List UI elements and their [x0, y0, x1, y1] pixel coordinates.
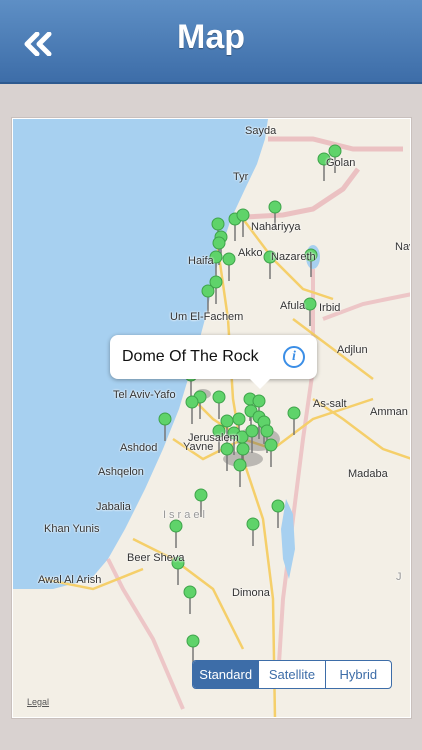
place-label: Awal Al Arish	[38, 574, 102, 586]
page-title: Map	[177, 18, 245, 56]
place-label: Beer Sheva	[127, 552, 185, 564]
map-pin-icon[interactable]	[264, 438, 278, 452]
segment-standard[interactable]: Standard	[193, 661, 260, 688]
place-label: Madaba	[348, 468, 388, 480]
map-pin-icon[interactable]	[236, 442, 250, 456]
map-pin-icon[interactable]	[236, 208, 250, 222]
map-pin-icon[interactable]	[245, 424, 259, 438]
place-label: Ashqelon	[98, 466, 144, 478]
place-label: Tyr	[233, 171, 249, 183]
place-label: Afula	[280, 300, 306, 312]
map-pin-icon[interactable]	[271, 499, 285, 513]
map-pin-icon[interactable]	[252, 394, 266, 408]
map-pin-icon[interactable]	[268, 200, 282, 214]
map-pin-icon[interactable]	[220, 414, 234, 428]
map-pin-icon[interactable]	[183, 585, 197, 599]
map-pin-icon[interactable]	[201, 284, 215, 298]
segment-hybrid[interactable]: Hybrid	[326, 661, 391, 688]
map-pin-icon[interactable]	[328, 144, 342, 158]
place-label: Sayda	[245, 125, 277, 137]
map-pin-icon[interactable]	[194, 488, 208, 502]
callout-title: Dome Of The Rock	[122, 348, 259, 365]
place-label: Nahariyya	[251, 221, 301, 233]
place-label: Akko	[238, 247, 263, 259]
place-label: Israel	[163, 509, 208, 521]
map-pin-icon[interactable]	[169, 519, 183, 533]
place-label: Jabalia	[96, 501, 131, 513]
place-label: Ashdod	[120, 442, 158, 454]
map-pin-icon[interactable]	[212, 236, 226, 250]
map-pin-icon[interactable]	[222, 252, 236, 266]
map-pin-icon[interactable]	[303, 297, 317, 311]
navigation-bar: Map	[0, 0, 422, 84]
place-label: Nav	[395, 241, 410, 253]
map-type-control[interactable]: Standard Satellite Hybrid	[192, 660, 392, 689]
map-pin-icon[interactable]	[158, 412, 172, 426]
place-label: Nazareth	[271, 251, 316, 263]
map-pin-icon[interactable]	[246, 517, 260, 531]
info-icon[interactable]: i	[283, 346, 305, 368]
map-pin-icon[interactable]	[185, 395, 199, 409]
map-pin-icon[interactable]	[220, 442, 234, 456]
place-label: Haifa	[188, 255, 214, 267]
map-view[interactable]: Sayda Tyr Nahariyya Akko Haifa Nazareth …	[12, 118, 411, 718]
map-pin-icon[interactable]	[232, 412, 246, 426]
annotation-callout[interactable]: Dome Of The Rock i	[110, 335, 317, 389]
map-pin-icon[interactable]	[260, 424, 274, 438]
place-label: Jerusalem	[188, 432, 239, 444]
place-label: Amman	[370, 406, 408, 418]
map-canvas[interactable]	[13, 119, 411, 718]
map-pin-icon[interactable]	[233, 458, 247, 472]
map-pin-icon[interactable]	[212, 390, 226, 404]
place-label: Irbid	[319, 302, 341, 314]
place-label: J	[396, 571, 402, 583]
place-label: Khan Yunis	[44, 523, 100, 535]
place-label: As-salt	[313, 398, 347, 410]
place-label: Golan	[326, 157, 356, 169]
map-pin-icon[interactable]	[211, 217, 225, 231]
place-label: Um El-Fachem	[170, 311, 244, 323]
place-label: Adjlun	[337, 344, 368, 356]
map-pin-icon[interactable]	[186, 634, 200, 648]
place-label: Dimona	[232, 587, 270, 599]
legal-link[interactable]: Legal	[27, 697, 49, 707]
map-pin-icon[interactable]	[287, 406, 301, 420]
place-label: Tel Aviv-Yafo	[113, 389, 176, 401]
segment-satellite[interactable]: Satellite	[259, 661, 326, 688]
